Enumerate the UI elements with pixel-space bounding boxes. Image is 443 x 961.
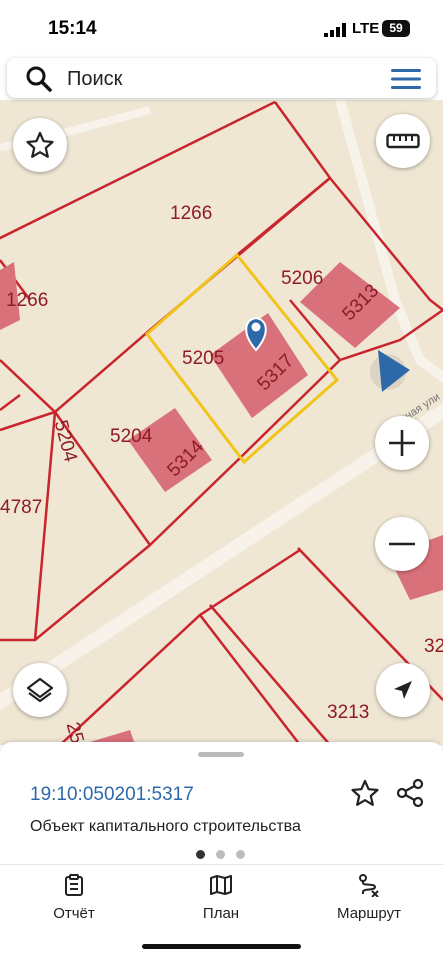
report-icon [65, 874, 83, 896]
plot-label: 4787 [0, 497, 43, 518]
signal-icon [324, 23, 346, 37]
home-indicator[interactable] [142, 944, 301, 949]
layers-button[interactable] [13, 663, 67, 717]
star-icon [26, 131, 54, 158]
route-icon [359, 874, 379, 897]
tab-plan[interactable]: План [171, 873, 271, 922]
plot-label: 5206 [281, 268, 324, 289]
minus-icon [389, 542, 415, 546]
carousel-dot [196, 850, 205, 859]
cadastral-map[interactable]: Лесная ули 1266 1266 5206 5313 5205 5317… [0, 100, 443, 745]
search-input[interactable] [65, 66, 369, 92]
object-info-sheet[interactable]: 19:10:050201:5317 Объект капитального ст… [0, 742, 443, 864]
plot-label: 5204 [110, 426, 153, 447]
status-bar: 15:14 LTE 59 [0, 0, 443, 56]
tab-report[interactable]: Отчёт [24, 873, 124, 922]
map-plan-icon [210, 875, 232, 895]
tab-label: Маршрут [337, 905, 401, 922]
search-icon[interactable] [25, 65, 53, 93]
carousel-dot [236, 850, 245, 859]
sheet-drag-handle[interactable] [198, 752, 244, 757]
star-icon[interactable] [350, 778, 380, 808]
network-type: LTE [352, 20, 380, 37]
ruler-icon [386, 133, 420, 149]
tab-label: План [202, 905, 240, 922]
cadastral-number[interactable]: 19:10:050201:5317 [30, 784, 194, 806]
buildings [0, 262, 443, 745]
plot-label: 5205 [182, 348, 225, 369]
location-arrow-icon [394, 681, 412, 699]
plot-label: 1266 [6, 290, 49, 311]
share-icon[interactable] [395, 778, 425, 808]
battery-indicator: 59 [382, 20, 410, 37]
my-location-button[interactable] [376, 663, 430, 717]
object-type: Объект капитального строительства [30, 818, 301, 835]
plot-label: 3213 [327, 702, 370, 723]
carousel-indicator [196, 846, 256, 864]
favorite-button[interactable] [13, 118, 67, 172]
plot-label: 1266 [170, 203, 213, 224]
carousel-dot [216, 850, 225, 859]
menu-icon[interactable] [389, 66, 423, 92]
ruler-button[interactable] [376, 114, 430, 168]
tab-label: Отчёт [53, 905, 95, 922]
search-bar[interactable] [7, 58, 436, 98]
zoom-in-button[interactable] [375, 416, 429, 470]
direction-arrow-icon [370, 350, 410, 392]
layers-icon [26, 677, 54, 703]
zoom-out-button[interactable] [375, 517, 429, 571]
plus-icon [389, 430, 415, 456]
plot-label: 32 [424, 636, 443, 657]
status-time: 15:14 [48, 18, 97, 39]
tab-route[interactable]: Маршрут [319, 873, 419, 922]
